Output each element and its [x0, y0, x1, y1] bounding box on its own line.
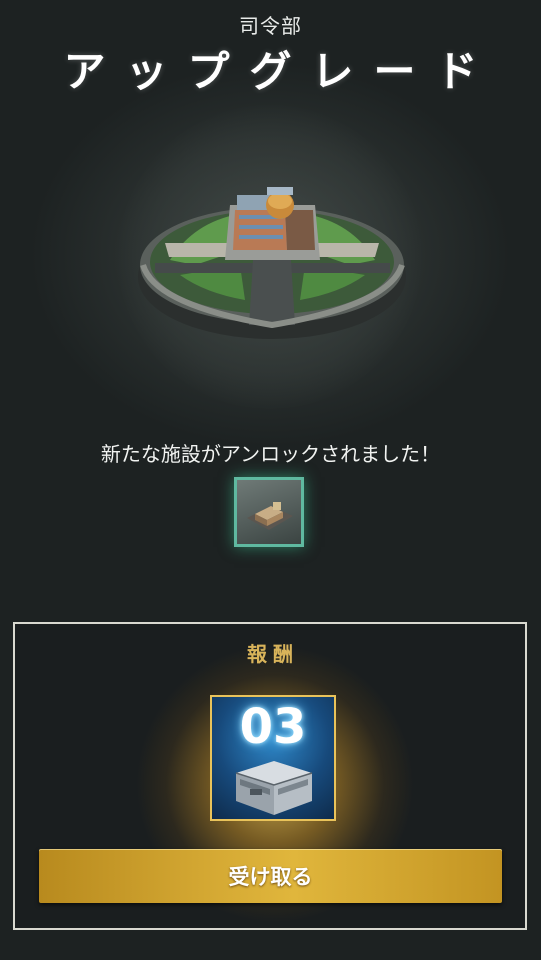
reward-panel: 報酬 03 受け取る [13, 622, 527, 930]
unlocked-facility-tile[interactable] [234, 477, 304, 547]
reward-item-tile[interactable]: 03 [210, 695, 336, 821]
facility-building-icon [247, 502, 293, 530]
headquarters-building-icon [138, 187, 406, 339]
supply-crate-icon [235, 761, 313, 815]
unlock-message: 新たな施設がアンロックされました！ [100, 442, 441, 466]
reward-count: 03 [239, 699, 307, 755]
reward-title: 報酬 [247, 642, 299, 666]
upgrade-screen: 司令部 アップグレード 新たな施設がアンロックされました！ 報酬 03 受け取る [0, 0, 541, 960]
page-title: アップグレード [63, 47, 498, 96]
claim-reward-button[interactable]: 受け取る [39, 849, 502, 903]
building-name: 司令部 [239, 14, 302, 38]
